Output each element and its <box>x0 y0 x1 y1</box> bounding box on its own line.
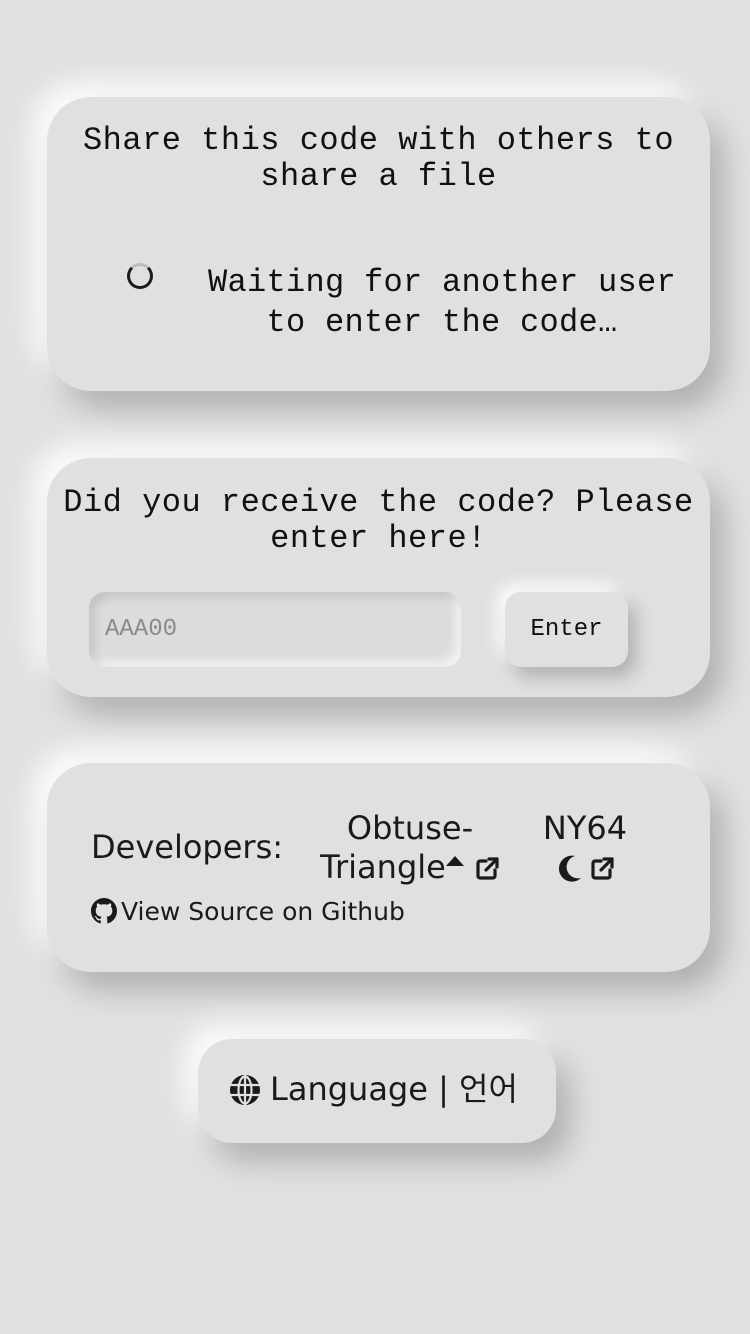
moon-icon <box>558 855 581 882</box>
language-label: Language | 언어 <box>270 1070 518 1108</box>
view-source-label: View Source on Github <box>121 897 405 926</box>
enter-button[interactable]: Enter <box>505 592 628 667</box>
github-icon <box>91 898 117 924</box>
developers-card: Developers: Obtuse- Triangle NY64 View So… <box>47 763 710 972</box>
loading-spinner-icon <box>127 263 153 289</box>
developer-link-ny64[interactable]: NY64 <box>535 809 635 887</box>
developer-name: NY64 <box>542 809 628 847</box>
join-card: Did you receive the code? Please enter h… <box>47 458 710 697</box>
triangle-up-icon <box>445 856 464 866</box>
external-link-icon <box>476 857 499 880</box>
developer-link-obtuse-triangle[interactable]: Obtuse- Triangle <box>315 809 505 887</box>
view-source-link[interactable]: View Source on Github <box>91 897 405 927</box>
developers-label: Developers: <box>91 828 284 866</box>
external-link-icon <box>591 857 614 880</box>
share-instructions: Share this code with others to share a f… <box>82 122 675 195</box>
share-card: Share this code with others to share a f… <box>47 97 710 391</box>
waiting-text: Waiting for another user to enter the co… <box>207 264 677 341</box>
developer-name: Obtuse- Triangle <box>320 809 474 886</box>
globe-icon <box>230 1075 260 1105</box>
language-button[interactable]: Language | 언어 <box>198 1039 556 1143</box>
code-input[interactable] <box>89 592 461 667</box>
join-instructions: Did you receive the code? Please enter h… <box>63 484 694 557</box>
